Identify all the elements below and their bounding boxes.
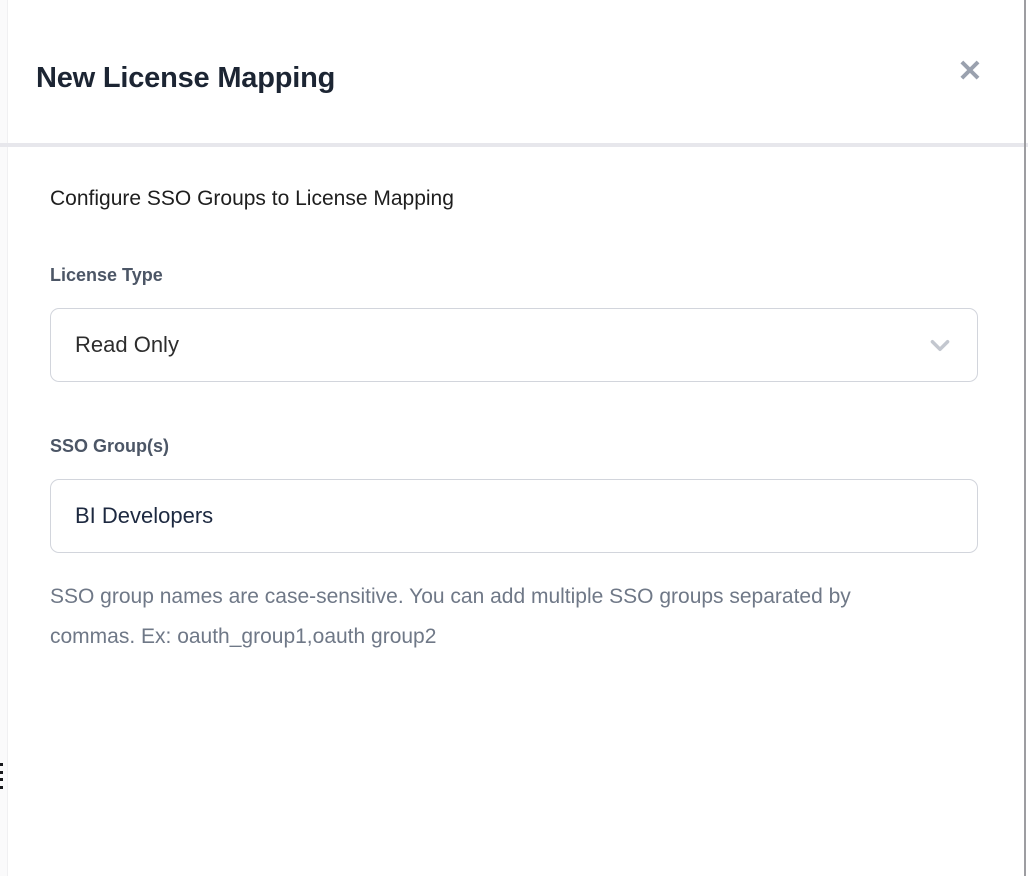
header-divider [0,143,1028,147]
license-type-label: License Type [50,265,984,286]
close-icon: ✕ [957,57,982,87]
background-page-strip [0,0,8,876]
new-license-mapping-dialog: New License Mapping ✕ Configure SSO Grou… [8,0,1026,876]
sso-groups-help-text: SSO group names are case-sensitive. You … [50,577,930,657]
close-button[interactable]: ✕ [950,52,990,92]
license-type-field-group: License Type Read Only [50,265,984,382]
sso-groups-input[interactable] [50,479,978,553]
sso-groups-label: SSO Group(s) [50,436,984,457]
chevron-down-icon [927,332,953,358]
license-type-selected-value: Read Only [75,332,179,358]
background-list-icon-fragment [0,763,4,789]
dialog-title: New License Mapping [36,62,335,95]
sso-groups-field-group: SSO Group(s) SSO group names are case-se… [50,436,984,657]
dialog-body: Configure SSO Groups to License Mapping … [8,143,1026,657]
dialog-subtitle: Configure SSO Groups to License Mapping [50,187,984,211]
window-right-border [1024,0,1026,876]
license-type-select[interactable]: Read Only [50,308,978,382]
dialog-header: New License Mapping ✕ [8,0,1026,143]
